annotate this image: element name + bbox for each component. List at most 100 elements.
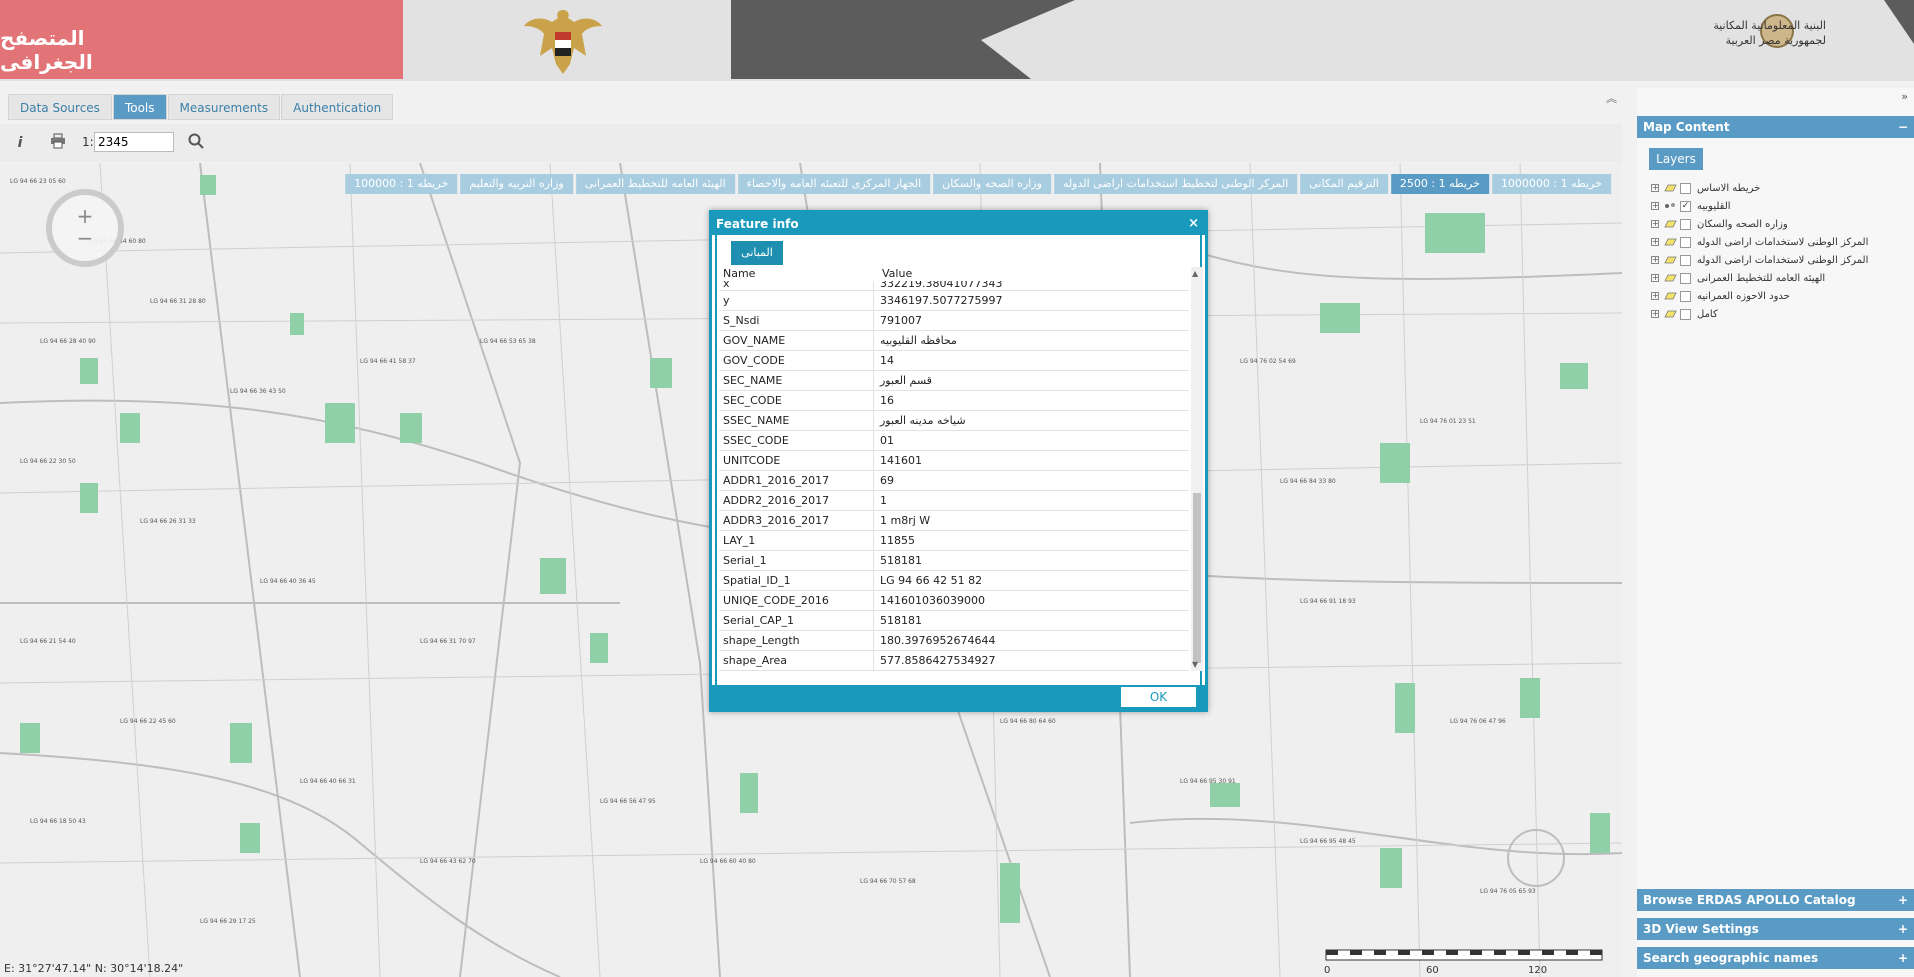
plus-icon[interactable]: + (1898, 918, 1908, 940)
expand-icon[interactable]: + (1651, 202, 1659, 210)
expand-icon[interactable]: + (1651, 274, 1659, 282)
dialog-body: المبانى Name Value x 332219.38041077343 … (715, 235, 1203, 685)
table-scrollbar[interactable]: ▲ ▼ (1191, 267, 1203, 671)
base-layer-tab[interactable]: المركز الوطنى لتخطيط استخدامات اراضى الد… (1053, 174, 1298, 194)
search-geographic-names-header[interactable]: Search geographic names + (1637, 947, 1914, 969)
attribute-value: 69 (880, 474, 894, 487)
attribute-table: Name Value x 332219.38041077343 y 3346197… (719, 267, 1189, 671)
attribute-name: SEC_NAME (719, 371, 874, 390)
layer-item[interactable]: + الهيئه العامه للتخطيط العمرانى (1651, 270, 1825, 286)
collapse-toolbar-icon[interactable]: ︽ (1606, 90, 1617, 106)
attribute-name: S_Nsdi (719, 311, 874, 330)
collapse-panel-icon[interactable]: » (1901, 90, 1908, 103)
close-icon[interactable]: × (1188, 213, 1199, 235)
scale-prefix: 1: (82, 135, 94, 149)
minus-icon[interactable]: − (1898, 116, 1908, 138)
layer-item[interactable]: + المركز الوطنى لاستخدامات اراضى الدوله (1651, 234, 1868, 250)
scale-tick-label: 60 (1426, 965, 1439, 976)
layer-item[interactable]: + وزاره الصحه والسكان (1651, 216, 1788, 232)
svg-text:LG 94 66 31 70 97: LG 94 66 31 70 97 (420, 638, 476, 645)
scroll-up-icon[interactable]: ▲ (1192, 269, 1198, 278)
expand-icon[interactable]: + (1651, 256, 1659, 264)
base-layer-tab[interactable]: خريطه 1 : 100000 (345, 174, 458, 194)
attribute-name: SSEC_CODE (719, 431, 874, 450)
base-layer-tab[interactable]: خريطه 1 : 1000000 (1491, 174, 1611, 194)
pan-zoom-control[interactable]: + − (40, 183, 130, 273)
ok-button[interactable]: OK (1121, 687, 1196, 707)
layer-checkbox[interactable] (1680, 308, 1691, 320)
attribute-name: shape_Length (719, 631, 874, 650)
base-layer-tab[interactable]: الترقيم المكانى (1300, 174, 1388, 194)
layer-item[interactable]: + خريطه الاساس (1651, 180, 1760, 196)
scrollbar-thumb[interactable] (1193, 493, 1201, 663)
layer-checkbox-checked[interactable]: ✓ (1680, 200, 1691, 212)
expand-icon[interactable]: + (1651, 310, 1659, 318)
expand-icon[interactable]: + (1651, 184, 1659, 192)
tab-buildings[interactable]: المبانى (731, 241, 783, 265)
layer-label: كامل (1697, 308, 1718, 320)
expand-icon[interactable]: + (1651, 238, 1659, 246)
expand-icon[interactable]: + (1651, 220, 1659, 228)
attribute-name: Serial_CAP_1 (719, 611, 874, 630)
info-icon[interactable]: i (10, 133, 30, 153)
layer-label: خريطه الاساس (1697, 182, 1761, 194)
table-row: SEC_NAME قسم العبور (719, 371, 1189, 391)
attribute-name: UNITCODE (719, 451, 874, 470)
svg-text:LG 94 66 36 43 50: LG 94 66 36 43 50 (230, 388, 286, 395)
svg-text:LG 94 66 40 36 45: LG 94 66 40 36 45 (260, 578, 316, 585)
table-row: Serial_CAP_1 518181 (719, 611, 1189, 631)
base-layer-tab[interactable]: الهيئه العامه للتخطيط العمرانى (575, 174, 735, 194)
attribute-value: 518181 (880, 554, 922, 567)
layer-checkbox[interactable] (1680, 254, 1691, 266)
base-layer-tab-active[interactable]: خريطه 1 : 2500 (1390, 174, 1489, 194)
attribute-name: SSEC_NAME (719, 411, 874, 430)
tab-tools[interactable]: Tools (112, 94, 167, 120)
attribute-value: LG 94 66 42 51 82 (880, 574, 983, 587)
attribute-value: 1 (880, 494, 887, 507)
layer-item[interactable]: + كامل (1651, 306, 1718, 322)
scroll-down-icon[interactable]: ▼ (1192, 660, 1198, 669)
tab-measurements[interactable]: Measurements (167, 94, 281, 120)
header-corner-graphic (1884, 0, 1914, 44)
svg-text:LG 94 66 22 45 60: LG 94 66 22 45 60 (120, 718, 176, 725)
layer-item[interactable]: + المركز الوطنى لاستخدامات اراضى الدوله (1651, 252, 1868, 268)
base-layer-tab[interactable]: وزاره التربيه والتعليم (460, 174, 573, 194)
tab-data-sources[interactable]: Data Sources (8, 94, 112, 120)
layer-checkbox[interactable] (1680, 290, 1691, 302)
base-layer-tab[interactable]: وزاره الصحه والسكان (933, 174, 1051, 194)
layer-item[interactable]: + حدود الاحوزه العمرانيه (1651, 288, 1790, 304)
plus-icon[interactable]: + (1898, 889, 1908, 911)
attribute-name: Serial_1 (719, 551, 874, 570)
attribute-value: 518181 (880, 614, 922, 627)
3d-view-settings-header[interactable]: 3D View Settings + (1637, 918, 1914, 940)
print-icon[interactable] (48, 133, 68, 153)
layer-checkbox[interactable] (1680, 218, 1691, 230)
plus-icon[interactable]: + (1898, 947, 1908, 969)
table-row: ADDR3_2016_2017 1 m8rj W (719, 511, 1189, 531)
svg-text:LG 94 76 05 65 93: LG 94 76 05 65 93 (1480, 888, 1536, 895)
tab-authentication[interactable]: Authentication (281, 94, 394, 120)
layers-button[interactable]: Layers (1649, 148, 1703, 170)
base-layer-tab[interactable]: الجهاز المركزى للتعبئه العامه والاحصاء (737, 174, 931, 194)
map-content-header[interactable]: Map Content − (1637, 116, 1914, 138)
svg-text:−: − (77, 226, 94, 250)
layer-item[interactable]: + ✓ القليوبيه (1651, 198, 1731, 214)
layer-checkbox[interactable] (1680, 236, 1691, 248)
attribute-value: 577.8586427534927 (880, 654, 996, 667)
coordinate-readout: E: 31°27'47.14" N: 30°14'18.24" (4, 962, 184, 975)
layer-label: القليوبيه (1697, 200, 1731, 212)
layer-label: الهيئه العامه للتخطيط العمرانى (1697, 272, 1826, 284)
dialog-titlebar[interactable]: Feature info × (712, 213, 1205, 235)
table-row: SSEC_CODE 01 (719, 431, 1189, 451)
table-row: LAY_1 11855 (719, 531, 1189, 551)
browse-catalog-header[interactable]: Browse ERDAS APOLLO Catalog + (1637, 889, 1914, 911)
attribute-value: 11855 (880, 534, 915, 547)
app-title: المتصفح الجغرافى (0, 26, 93, 74)
scale-input[interactable] (94, 132, 174, 152)
layer-checkbox[interactable] (1680, 272, 1691, 284)
svg-text:LG 94 66 95 48 45: LG 94 66 95 48 45 (1300, 838, 1356, 845)
expand-icon[interactable]: + (1651, 292, 1659, 300)
layer-checkbox[interactable] (1680, 182, 1691, 194)
attribute-value: 16 (880, 394, 894, 407)
zoom-to-scale-icon[interactable] (186, 133, 206, 153)
